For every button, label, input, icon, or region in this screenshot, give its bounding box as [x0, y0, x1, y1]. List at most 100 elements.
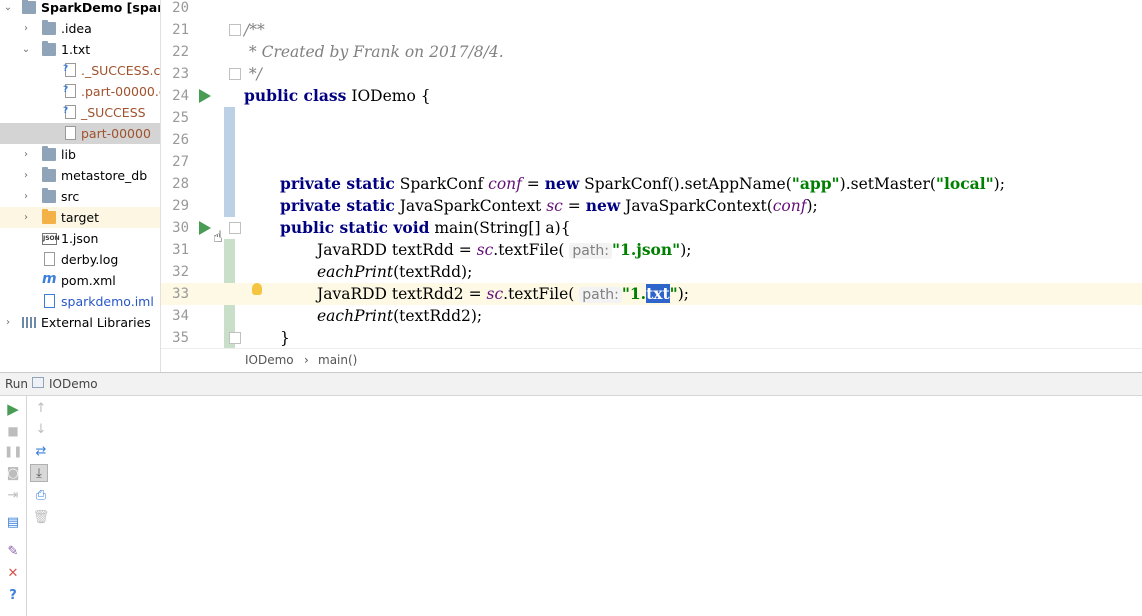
run-class-icon[interactable] [199, 89, 211, 103]
print-icon[interactable]: ⎙ [32, 487, 50, 505]
tree-item-success[interactable]: _SUCCESS [0, 101, 160, 123]
run-method-icon[interactable] [199, 221, 211, 235]
pause-icon[interactable]: ❚❚ [4, 443, 22, 461]
parameter-hint: path: [569, 243, 612, 259]
folder-icon [42, 20, 56, 35]
code-line-current: 33 JavaRDD textRdd2 = sc.textFile( path:… [161, 283, 1142, 305]
unknown-file-icon [63, 80, 76, 101]
tree-item-label: .part-00000.cr [81, 84, 160, 99]
tree-item-target[interactable]: › target [0, 207, 160, 228]
json-file-icon: JSON [42, 233, 60, 245]
fold-marker-icon[interactable] [229, 222, 241, 234]
tree-item-metastore[interactable]: › metastore_db [0, 165, 160, 186]
code-line: 27 [161, 151, 1142, 173]
code-text: public class IODemo { [244, 86, 431, 105]
layout-icon[interactable]: ▤ [4, 514, 22, 532]
folder-icon [42, 188, 56, 203]
line-number: 27 [172, 154, 189, 170]
scroll-to-end-icon[interactable]: ⤓ [30, 464, 48, 482]
lightbulb-icon[interactable] [252, 283, 262, 295]
line-number: 21 [172, 22, 189, 38]
fold-marker-icon[interactable] [229, 24, 241, 36]
breadcrumb: IODemo › main() [161, 348, 1142, 372]
trash-icon[interactable]: 🗑 [32, 509, 50, 527]
line-number: 29 [172, 198, 189, 214]
pin-icon[interactable]: ✎ [4, 543, 22, 561]
code-text: private static SparkConf conf = new Spar… [280, 174, 1005, 193]
project-tree: ⌄ SparkDemo [sparkd › .idea ⌄ 1.txt ._SU… [0, 0, 161, 372]
exit-icon[interactable]: ⇥ [4, 487, 22, 505]
unknown-file-icon [63, 101, 76, 122]
chevron-down-icon[interactable]: ⌄ [2, 0, 14, 18]
code-text: public static void main(String[] a){ [280, 218, 571, 237]
line-number: 26 [172, 132, 189, 148]
text-file-icon [65, 126, 76, 140]
rerun-icon[interactable]: ▶ [4, 400, 22, 418]
line-number: 33 [172, 286, 189, 302]
tree-item-success-crc[interactable]: ._SUCCESS.crc [0, 59, 161, 81]
breadcrumb-class[interactable]: IODemo [245, 353, 294, 367]
tree-item-pom[interactable]: m pom.xml [0, 270, 160, 291]
fold-marker-icon[interactable] [229, 332, 241, 344]
tree-item-src[interactable]: › src [0, 186, 160, 207]
camera-icon[interactable]: ◙ [4, 465, 22, 483]
soft-wrap-icon[interactable]: ⇄ [32, 443, 50, 461]
line-number: 28 [172, 176, 189, 192]
help-icon[interactable]: ? [4, 587, 22, 605]
breadcrumb-separator: › [304, 353, 309, 367]
tree-item-derby[interactable]: derby.log [0, 249, 160, 270]
code-line: 30 public static void main(String[] a){ [161, 217, 1142, 239]
tree-item-part-crc[interactable]: .part-00000.cr [0, 80, 160, 102]
tree-item-label: 1.json [61, 231, 99, 246]
run-config-tab[interactable]: IODemo [49, 377, 98, 391]
run-toolbar-primary: ▶ ■ ❚❚ ◙ ⇥ ▤ ✎ ✕ ? [0, 396, 27, 616]
code-text: JavaRDD textRdd2 = sc.textFile( path: "1.… [317, 284, 689, 303]
run-tool-window-header: Run IODemo [0, 372, 1142, 396]
tree-item-sparkdemo[interactable]: ⌄ SparkDemo [sparkd [0, 0, 160, 18]
chevron-right-icon[interactable]: › [20, 207, 32, 228]
tree-item-part-00000[interactable]: part-00000 [0, 123, 160, 144]
tree-item-label: ._SUCCESS.crc [81, 63, 161, 78]
arrow-down-icon[interactable]: ↓ [32, 421, 50, 439]
excluded-folder-icon [42, 209, 56, 224]
tree-item-label: SparkDemo [sparkd [41, 0, 160, 15]
tree-item-external-libraries[interactable]: › External Libraries [0, 312, 160, 333]
run-window-title: Run [5, 377, 29, 391]
arrow-up-icon[interactable]: ↑ [32, 400, 50, 418]
chevron-right-icon[interactable]: › [20, 144, 32, 165]
tree-item-idea[interactable]: › .idea [0, 18, 160, 39]
stop-icon[interactable]: ■ [4, 422, 22, 440]
chevron-down-icon[interactable]: ⌄ [20, 39, 32, 60]
chevron-right-icon[interactable]: › [2, 312, 14, 333]
fold-marker-icon[interactable] [229, 68, 241, 80]
chevron-right-icon[interactable]: › [20, 165, 32, 186]
tree-item-lib[interactable]: › lib [0, 144, 160, 165]
hand-cursor-icon: ☝ [213, 227, 223, 246]
line-number: 30 [172, 220, 189, 236]
close-icon[interactable]: ✕ [4, 565, 22, 583]
code-line: 29 private static JavaSparkContext sc = … [161, 195, 1142, 217]
tree-item-label: .idea [61, 21, 92, 36]
chevron-right-icon[interactable]: › [20, 18, 32, 39]
line-number: 23 [172, 66, 189, 82]
code-text: */ [244, 65, 262, 83]
breadcrumb-method[interactable]: main() [318, 353, 357, 367]
chevron-right-icon[interactable]: › [20, 186, 32, 207]
code-line: 24 public class IODemo { [161, 85, 1142, 107]
text-file-icon [44, 252, 55, 266]
tree-item-iml[interactable]: sparkdemo.iml [0, 291, 160, 312]
folder-icon [42, 41, 56, 56]
tree-item-label: _SUCCESS [81, 105, 146, 120]
line-number: 31 [172, 242, 189, 258]
code-line: 26 [161, 129, 1142, 151]
libraries-icon [22, 317, 37, 328]
tree-item-label: metastore_db [61, 168, 148, 183]
tree-item-label: sparkdemo.iml [61, 294, 154, 309]
line-number: 34 [172, 308, 189, 324]
tree-item-1json[interactable]: JSON 1.json [0, 228, 160, 249]
code-editor[interactable]: 20 21 /** 22 * Created by Frank on 2017/… [161, 0, 1142, 348]
code-line: 34 eachPrint(textRdd2); [161, 305, 1142, 327]
iml-file-icon [44, 294, 55, 308]
tree-item-1txt[interactable]: ⌄ 1.txt [0, 39, 160, 60]
code-line: 35 } [161, 327, 1142, 348]
